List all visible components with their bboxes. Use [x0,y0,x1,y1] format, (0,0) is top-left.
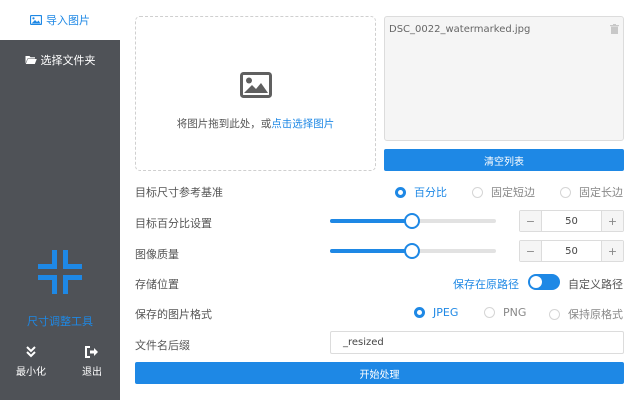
radio-dot [560,186,571,198]
nav-folder-label: 选择文件夹 [40,54,96,67]
suffix-label: 文件名后缀 [135,339,190,352]
exit-label: 退出 [82,367,102,378]
storage-location-label: 存储位置 [135,278,179,291]
radio-jpeg-label: JPEG [433,306,459,319]
minimize-button[interactable]: 最小化 [6,346,56,386]
format-label: 保存的图片格式 [135,308,212,321]
toggle-knob [530,276,542,288]
percent-value[interactable]: 50 [542,216,601,227]
compress-arrows-icon [38,250,82,294]
percent-setting-label: 目标百分比设置 [135,217,212,230]
radio-fixed-long-label: 固定长边 [579,186,623,199]
radio-keep-format[interactable]: 保持原格式 [549,306,623,322]
nav-import-label: 导入图片 [46,14,90,27]
radio-fixed-long[interactable]: 固定长边 [560,184,623,200]
nav-import-images[interactable]: 导入图片 [0,0,120,40]
increment-button[interactable]: + [601,241,623,261]
slider-fill [330,219,412,223]
quality-slider[interactable] [330,243,496,259]
start-processing-button[interactable]: 开始处理 [135,362,624,384]
image-drop-zone[interactable]: 将图片拖到此处，或点击选择图片 [135,16,376,171]
minimize-label: 最小化 [16,367,46,378]
radio-png-label: PNG [503,306,527,319]
percent-stepper[interactable]: − 50 + [519,210,624,232]
folder-open-icon [25,56,37,64]
decrement-button[interactable]: − [520,241,542,261]
radio-dot [549,308,560,320]
sidebar: 导入图片 选择文件夹 尺寸调整工具 最小化 退出 [0,0,120,400]
slider-thumb[interactable] [404,213,420,229]
radio-percent[interactable]: 百分比 [395,184,447,200]
nav-select-folder[interactable]: 选择文件夹 [0,40,120,80]
sign-out-icon [85,346,98,358]
tool-name: 尺寸调整工具 [27,315,93,328]
radio-fixed-short-label: 固定短边 [491,186,535,199]
drop-zone-text: 将图片拖到此处，或点击选择图片 [136,116,375,131]
quality-value[interactable]: 50 [542,246,601,257]
radio-png[interactable]: PNG [484,306,526,319]
file-list: DSC_0022_watermarked.jpg [384,16,624,141]
list-item[interactable]: DSC_0022_watermarked.jpg [389,21,619,37]
trash-icon[interactable] [610,24,619,34]
image-icon [30,15,42,25]
file-name: DSC_0022_watermarked.jpg [389,23,531,35]
decrement-button[interactable]: − [520,211,542,231]
radio-percent-label: 百分比 [414,186,447,199]
slider-fill [330,249,412,253]
drop-hint: 将图片拖到此处，或 [176,118,272,130]
exit-button[interactable]: 退出 [67,346,117,386]
radio-dot [414,307,425,318]
quality-label: 图像质量 [135,248,179,261]
storage-original-label: 保存在原路径 [453,278,519,291]
radio-jpeg[interactable]: JPEG [414,306,458,319]
radio-dot [472,186,483,198]
slider-thumb[interactable] [404,243,420,259]
radio-dot [484,307,495,318]
suffix-input[interactable]: _resized [330,331,624,354]
quality-stepper[interactable]: − 50 + [519,240,624,262]
increment-button[interactable]: + [601,211,623,231]
clear-list-button[interactable]: 清空列表 [384,149,624,171]
image-icon [240,72,272,98]
radio-fixed-short[interactable]: 固定短边 [472,184,535,200]
radio-dot [395,186,406,198]
storage-toggle[interactable] [528,274,560,290]
ref-basis-label: 目标尺寸参考基准 [135,186,223,199]
double-chevron-down-icon [26,346,36,358]
percent-slider[interactable] [330,213,496,229]
storage-custom-label: 自定义路径 [568,278,623,291]
radio-keep-format-label: 保持原格式 [568,308,623,321]
select-images-link[interactable]: 点击选择图片 [271,118,334,130]
